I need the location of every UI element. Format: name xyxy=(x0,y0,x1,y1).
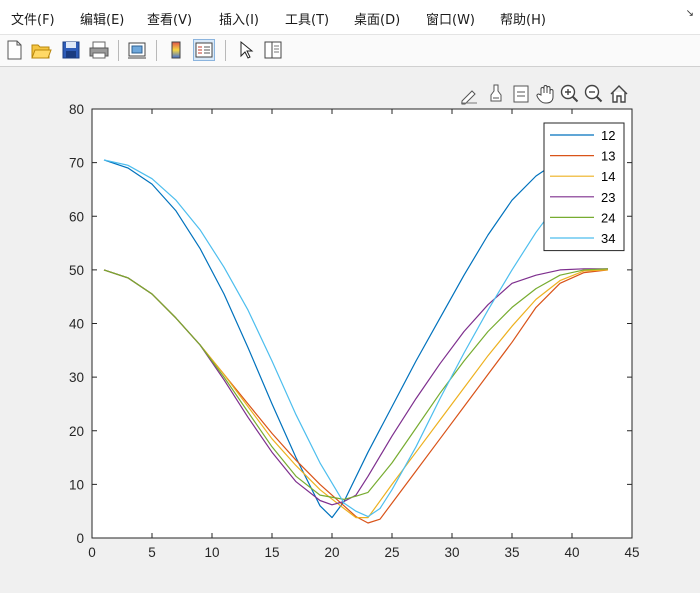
x-tick-label: 5 xyxy=(148,545,156,560)
save-icon[interactable] xyxy=(60,39,82,61)
legend-label-34: 34 xyxy=(601,231,615,246)
open-folder-icon[interactable] xyxy=(30,39,52,61)
toolbar-separator xyxy=(156,40,157,61)
link-plot-icon[interactable] xyxy=(126,39,148,61)
menu-window[interactable]: 窗口(W) xyxy=(426,9,475,28)
legend[interactable]: 12 13 14 23 24 34 xyxy=(543,122,625,252)
legend-icon[interactable] xyxy=(193,39,215,61)
toolbar-separator xyxy=(118,40,119,61)
x-tick-label: 10 xyxy=(204,545,219,560)
new-file-icon[interactable] xyxy=(3,39,25,61)
brush-data-icon[interactable] xyxy=(458,82,480,106)
figure-canvas[interactable]: 0 5 10 15 20 25 30 35 40 45 0 10 20 30 40 50 60 70 80 12 1… xyxy=(0,67,700,593)
y-tick-label: 10 xyxy=(69,477,84,492)
menu-file[interactable]: 文件(F) xyxy=(11,9,55,28)
y-tick-label: 50 xyxy=(69,263,84,278)
y-tick-label: 60 xyxy=(69,209,84,224)
menu-tools[interactable]: 工具(T) xyxy=(285,9,329,28)
toolbar-separator xyxy=(225,40,226,61)
y-tick-label: 40 xyxy=(69,317,84,332)
x-tick-label: 40 xyxy=(564,545,579,560)
zoom-out-icon[interactable] xyxy=(583,82,605,106)
line-chart: 0 5 10 15 20 25 30 35 40 45 01020304050607080 121… xyxy=(69,102,640,560)
menu-bar: 文件(F) 编辑(E) 查看(V) 插入(I) 工具(T) 桌面(D) 窗口(W… xyxy=(0,0,700,35)
y-tick-label: 0 xyxy=(76,531,84,546)
x-tick-label: 15 xyxy=(264,545,279,560)
x-tick-label: 45 xyxy=(624,545,639,560)
y-tick-label: 70 xyxy=(69,156,84,171)
y-tick-label: 30 xyxy=(69,370,84,385)
figure-toolbar xyxy=(0,35,700,67)
legend-label-24: 24 xyxy=(601,210,615,225)
x-tick-label: 0 xyxy=(88,545,96,560)
legend-label-12: 12 xyxy=(601,128,615,143)
legend-label-23: 23 xyxy=(601,190,615,205)
export-icon[interactable] xyxy=(510,82,532,106)
legend-label-14: 14 xyxy=(601,169,615,184)
menu-insert[interactable]: 插入(I) xyxy=(219,9,259,28)
x-tick-label: 20 xyxy=(324,545,339,560)
menu-edit[interactable]: 编辑(E) xyxy=(80,9,124,28)
y-tick-label: 80 xyxy=(69,102,84,117)
menu-desktop[interactable]: 桌面(D) xyxy=(354,9,400,28)
colorbar-icon[interactable] xyxy=(165,39,187,61)
property-inspector-icon[interactable] xyxy=(262,39,284,61)
legend-label-13: 13 xyxy=(601,149,615,164)
zoom-in-icon[interactable] xyxy=(559,82,581,106)
menu-help[interactable]: 帮助(H) xyxy=(500,9,546,28)
y-tick-label: 20 xyxy=(69,424,84,439)
pan-icon[interactable] xyxy=(535,82,557,106)
y-tick-labels: 0 10 20 30 40 50 60 70 80 xyxy=(69,102,84,546)
x-tick-labels: 0 5 10 15 20 25 30 35 40 45 xyxy=(88,545,639,560)
x-tick-label: 35 xyxy=(504,545,519,560)
x-tick-label: 30 xyxy=(444,545,459,560)
print-icon[interactable] xyxy=(88,39,110,61)
edit-plot-arrow-icon[interactable] xyxy=(234,39,256,61)
dock-arrow-icon[interactable]: ↘ xyxy=(686,8,694,19)
menu-view[interactable]: 查看(V) xyxy=(147,9,192,28)
restore-view-icon[interactable] xyxy=(608,82,630,106)
data-tips-icon[interactable] xyxy=(485,82,507,106)
x-tick-label: 25 xyxy=(384,545,399,560)
